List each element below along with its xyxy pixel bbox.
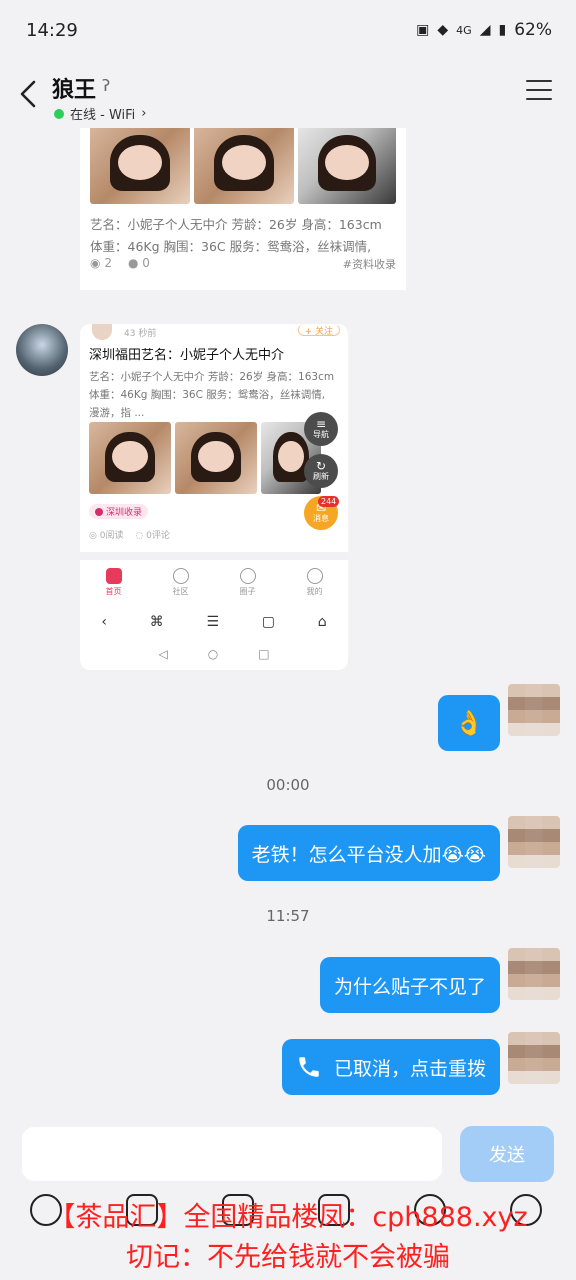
card-stats: ◉ 2 ● 0 (90, 256, 150, 270)
eye-icon: ◎ 0阅读 (89, 531, 124, 541)
refresh-icon: ↻ (315, 459, 327, 473)
message-bubble[interactable]: 为什么贴子不见了 (319, 957, 500, 1013)
tab-circle: 圈子 (223, 568, 273, 602)
photo-thumbnail (194, 128, 294, 204)
plus-icon[interactable] (510, 1194, 542, 1226)
presence-label: 在线 - WiFi (70, 108, 136, 123)
system-nav: ◁ ○ □ (80, 644, 348, 664)
my-avatar[interactable] (508, 684, 560, 736)
card-description: 艺名：小妮子个人无中介 芳龄：26岁 身高：163cm 体重：46Kg 胸围：3… (90, 217, 382, 254)
emoji-icon[interactable] (414, 1194, 446, 1226)
home-icon (105, 568, 122, 584)
app-tab-bar: 首页 社区 圈子 我的 (80, 568, 348, 602)
user-icon (306, 568, 323, 584)
smile-icon (172, 568, 189, 584)
presence-status[interactable]: 在线 - WiFi › (54, 104, 146, 123)
tab-community: 社区 (156, 568, 206, 602)
chevron-left-icon (20, 80, 36, 108)
contact-avatar[interactable] (16, 324, 68, 376)
notification-badge: 244 (318, 496, 340, 507)
composer: 发送 (0, 1118, 576, 1280)
online-dot-icon (54, 108, 64, 119)
photo-row (89, 422, 321, 494)
red-packet-icon[interactable] (318, 1194, 350, 1226)
my-avatar[interactable] (508, 1032, 560, 1084)
browser-toolbar: ‹ ⌘ ☰ ▢ ⌂ (80, 610, 348, 634)
post-time: 43 秒前 (124, 329, 157, 339)
message-row: 老铁！怎么平台没人加😭😭 (237, 825, 500, 881)
message-bubble[interactable]: 👌 (438, 695, 500, 751)
comment-icon: ● (127, 256, 139, 270)
my-avatar[interactable] (508, 948, 560, 1000)
menu-button[interactable] (526, 80, 552, 104)
message-input[interactable] (22, 1127, 442, 1181)
network-label: 4G (456, 23, 472, 37)
home-icon: ⌂ (317, 614, 327, 630)
post-title: 深圳福田艺名：小妮子个人无中介 (89, 348, 285, 363)
call-status-label: 已取消，点击重拨 (333, 1057, 486, 1080)
card-tag: #资料收录 (342, 258, 396, 271)
chat-header: 狼王 ʔ 在线 - WiFi › (0, 62, 576, 128)
tab-home: 首页 (89, 568, 139, 602)
message-row: 👌 (438, 695, 500, 751)
chat-area[interactable]: 艺名：小妮子个人无中介 芳龄：26岁 身高：163cm 体重：46Kg 胸围：3… (0, 128, 576, 1118)
photo-row (90, 128, 396, 204)
back-icon: ‹ (101, 614, 107, 630)
avatar (92, 324, 112, 340)
photo-thumbnail (89, 422, 171, 494)
circle-icon (239, 568, 256, 584)
chevron-right-icon: › (141, 106, 147, 121)
call-record-bubble[interactable]: 已取消，点击重拨 (281, 1039, 500, 1095)
shared-image-card-2[interactable]: 43 秒前 + 关注 深圳福田艺名：小妮子个人无中介 艺名：小妮子个人无中介 芳… (80, 324, 348, 670)
post-stats: ◎ 0阅读 ◌ 0评论 (89, 528, 170, 541)
wifi-icon: ◆ (437, 22, 449, 38)
message-bubble[interactable]: 老铁！怎么平台没人加😭😭 (237, 825, 500, 881)
status-bar: 14:29 ▣ ◆ 4G ◢ ▮ 62% (0, 0, 576, 60)
camera-icon[interactable] (222, 1194, 254, 1226)
send-button[interactable]: 发送 (460, 1126, 554, 1182)
composer-toolbar (0, 1194, 576, 1238)
back-triangle-icon: ◁ (158, 647, 168, 661)
eye-icon: ◉ (90, 256, 101, 270)
list-icon: ≡ (315, 417, 327, 431)
battery-icon: ▮ (498, 22, 507, 38)
image-icon[interactable] (126, 1194, 158, 1226)
voice-icon[interactable] (30, 1194, 62, 1226)
page-count-icon: ▢ (261, 614, 275, 630)
comment-icon: ◌ 0评论 (135, 531, 170, 541)
photo-thumbnail (175, 422, 257, 494)
photo-thumbnail (298, 128, 396, 204)
status-icons: ▣ ◆ 4G ◢ ▮ 62% (416, 20, 552, 40)
nav-fab: ≡ 导航 (304, 412, 338, 446)
chat-title[interactable]: 狼王 (52, 72, 96, 104)
follow-tag: + 关注 (297, 324, 340, 337)
recent-square-icon: □ (258, 647, 270, 661)
home-circle-icon: ○ (207, 647, 219, 661)
status-time: 14:29 (26, 20, 78, 41)
post-description: 艺名：小妮子个人无中介 芳龄：26岁 身高：163cm 体重：46Kg 胸围：3… (89, 371, 335, 419)
message-row: 为什么贴子不见了 (319, 957, 500, 1013)
back-button[interactable] (14, 76, 44, 112)
tabs-icon: ☰ (206, 614, 219, 630)
timestamp: 11:57 (266, 907, 310, 925)
ear-icon[interactable]: ʔ (102, 76, 110, 95)
refresh-fab: ↻ 刷新 (304, 454, 338, 488)
my-avatar[interactable] (508, 816, 560, 868)
apps-icon: ⌘ (149, 614, 164, 630)
category-pill: 深圳收录 (89, 504, 149, 519)
signal-icon: ◢ (479, 22, 491, 38)
battery-level: 62% (514, 20, 552, 40)
nfc-icon: ▣ (416, 22, 430, 38)
timestamp: 00:00 (266, 776, 310, 794)
photo-thumbnail (90, 128, 190, 204)
message-row: 已取消，点击重拨 (281, 1039, 500, 1095)
phone-icon (299, 1057, 319, 1077)
tab-profile: 我的 (290, 568, 340, 602)
shared-image-card-1[interactable]: 艺名：小妮子个人无中介 芳龄：26岁 身高：163cm 体重：46Kg 胸围：3… (80, 128, 406, 300)
